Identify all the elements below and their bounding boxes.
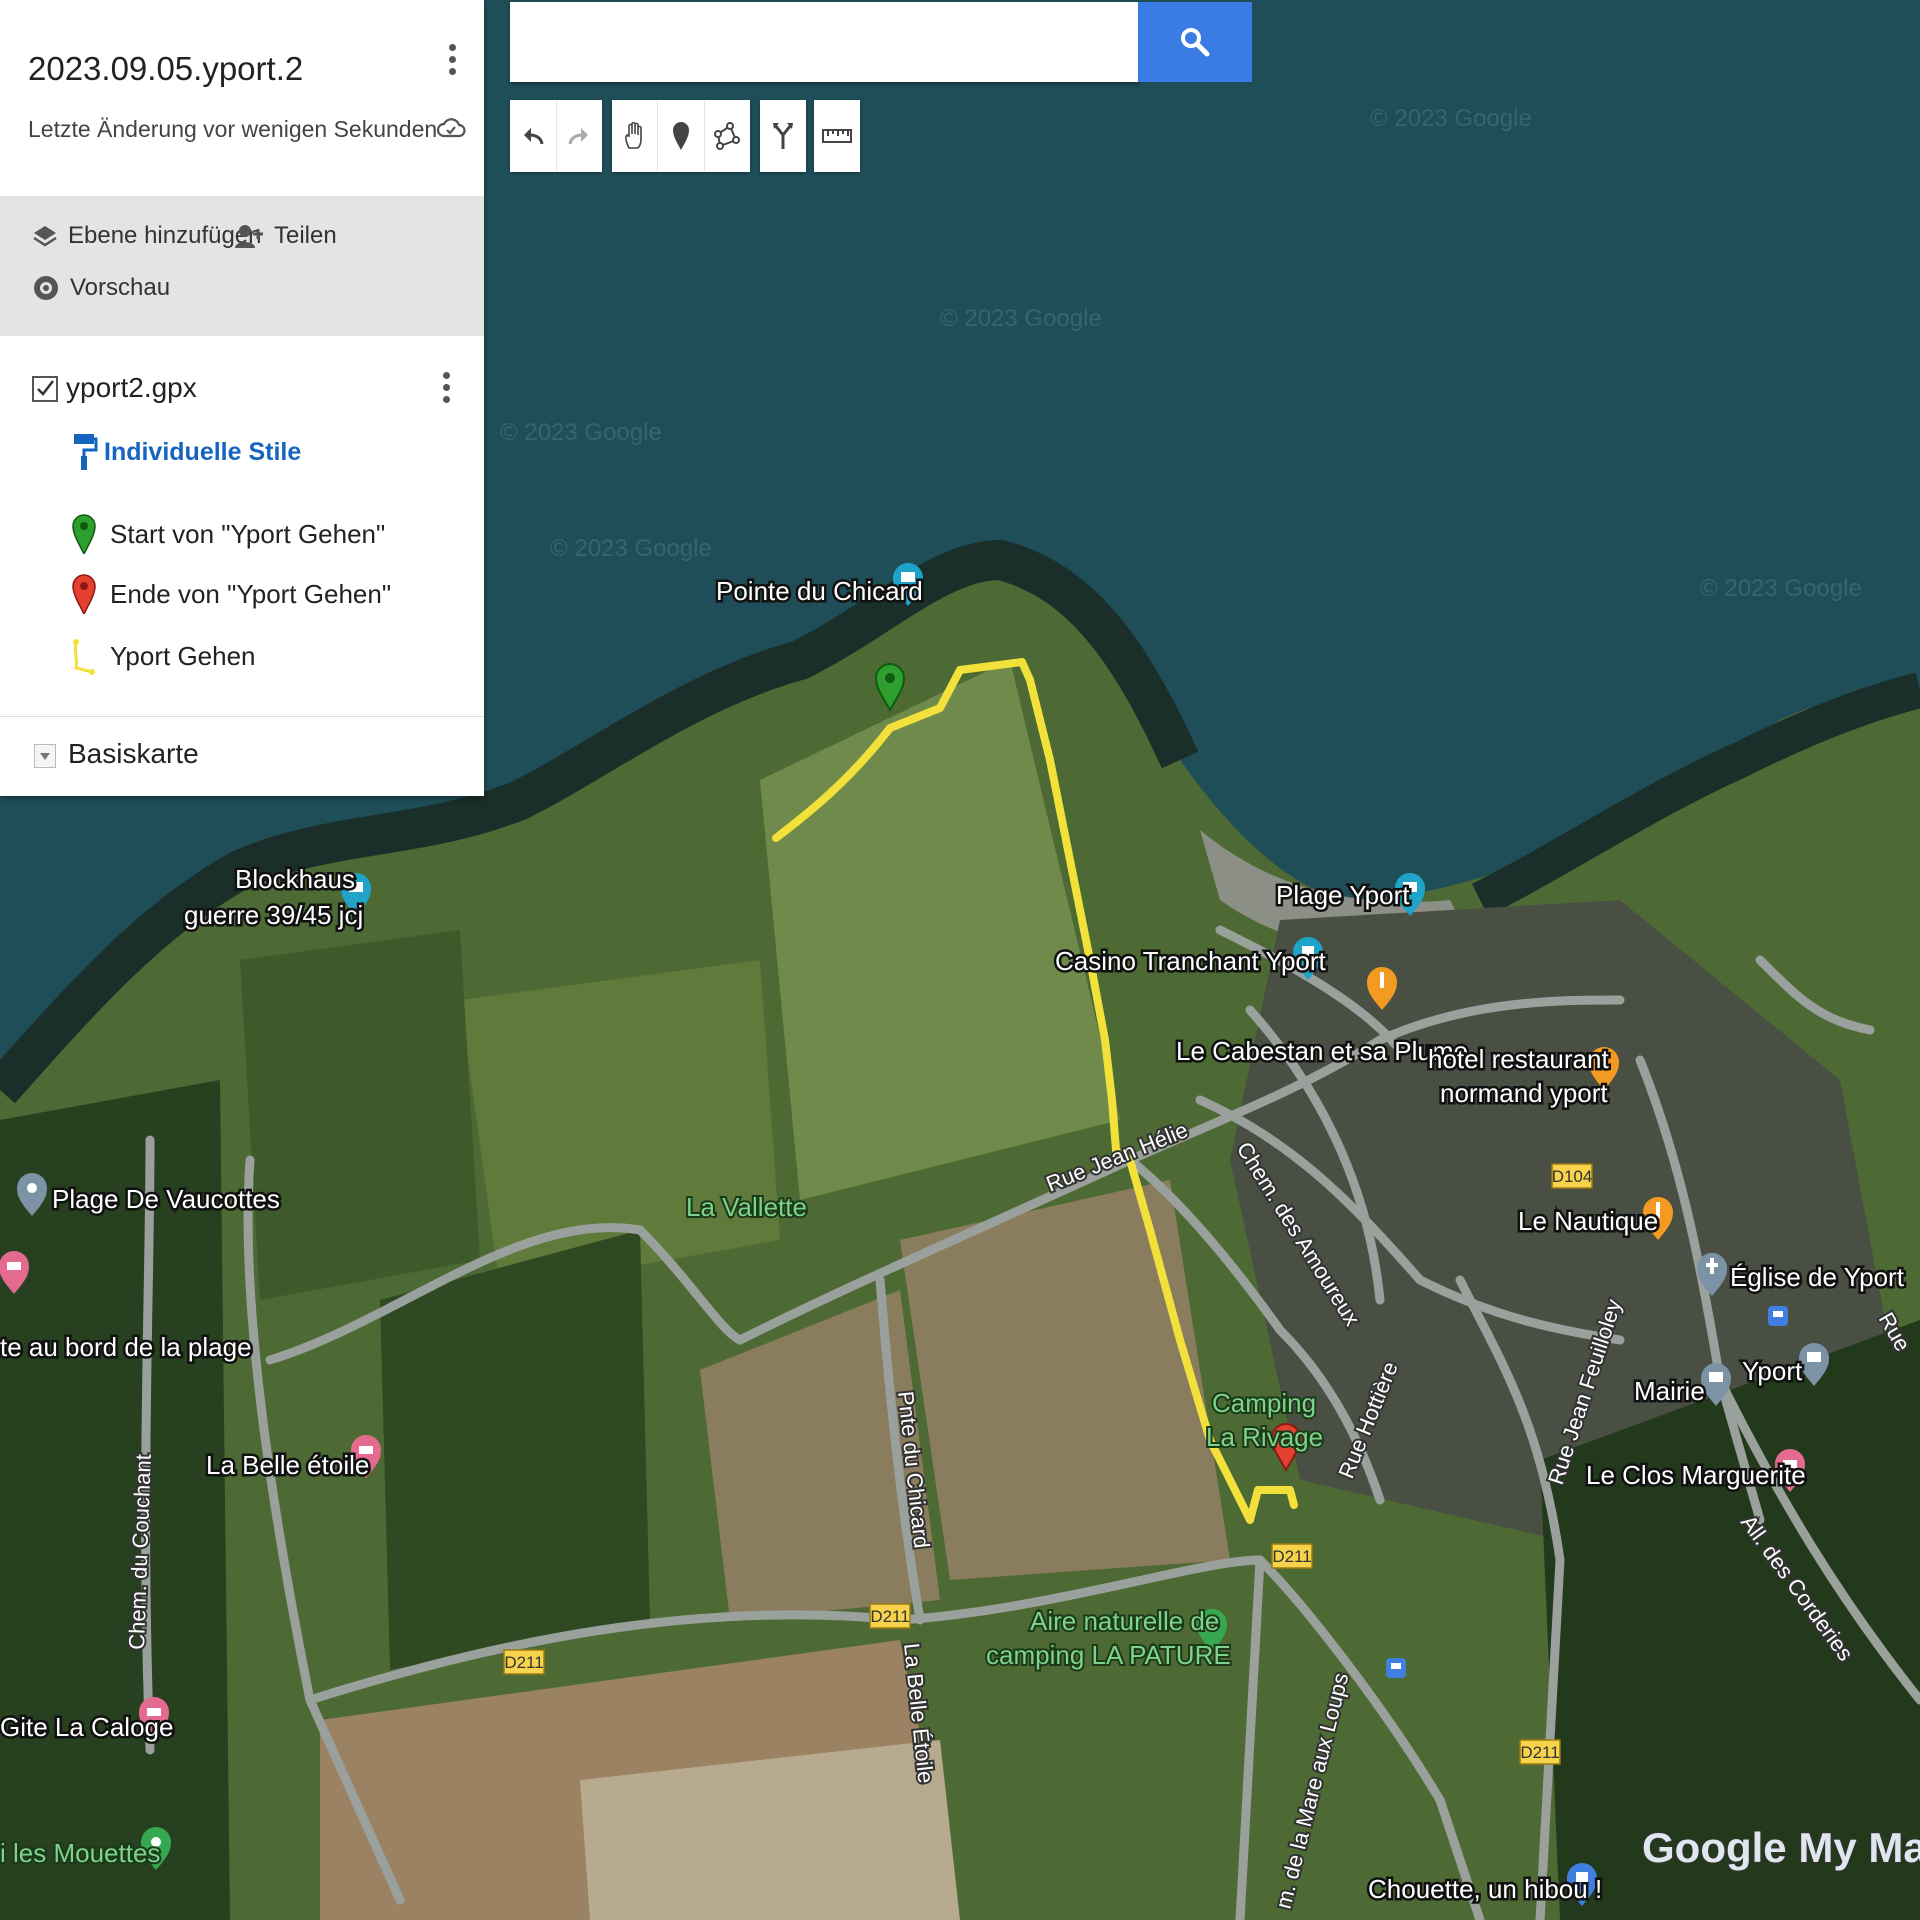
measure-group [814,100,860,172]
legend-label-track: Yport Gehen [110,640,256,671]
search-button[interactable] [1138,2,1252,82]
watermark: © 2023 Google [1700,575,1862,602]
label-les-mouettes: i les Mouettes [0,1838,160,1868]
label-camping-2: La Rivage [1206,1422,1323,1452]
legend-item-end[interactable]: Ende von "Yport Gehen" [72,574,391,614]
label-le-clos-marguerite: Le Clos Marguerite [1586,1460,1806,1490]
panel-actions: Ebene hinzufügen Teilen Vorschau [0,196,484,336]
red-pin-icon [72,574,96,614]
edit-tools-group [612,100,750,172]
svg-text:D211: D211 [1520,1743,1559,1762]
label-blockhaus: Blockhaus [235,864,355,894]
road-shield-d104: D104 [1551,1163,1593,1189]
label-plage-yport: Plage Yport [1276,880,1410,910]
add-layer-label: Ebene hinzufügen [68,222,262,249]
layer-visibility-checkbox[interactable] [32,376,58,402]
label-chouette-un-hibou: Chouette, un hibou ! [1368,1874,1602,1904]
share-button[interactable]: Teilen [234,222,337,250]
svg-text:D211: D211 [504,1653,543,1672]
google-my-maps-logo: Google My Maps [1642,1824,1920,1871]
bus-stop-icon[interactable] [1768,1306,1788,1326]
basemap-expand-icon[interactable] [34,744,56,768]
cloud-saved-icon [436,118,466,138]
undo-icon [523,128,544,145]
label-aire-naturelle: Aire naturelle de [1030,1606,1219,1636]
label-bord-de-la-plage: te au bord de la plage [0,1332,252,1362]
search-icon [1181,28,1210,57]
preview-eye-icon [34,276,58,300]
hand-tool-button[interactable] [612,100,659,172]
checkmark-icon [37,380,54,396]
svg-text:D211: D211 [1272,1547,1311,1566]
search-input[interactable] [510,2,1140,82]
undo-redo-group [510,100,602,172]
watermark: © 2023 Google [1370,105,1532,132]
watermark: © 2023 Google [500,419,662,446]
layer-more-menu-icon[interactable] [434,372,458,416]
measure-button[interactable] [814,100,860,172]
title-more-menu-icon[interactable] [440,44,464,88]
label-hotel-restaurant: hotel restaurant [1428,1044,1609,1074]
marker-icon [672,122,689,150]
basemap-label[interactable]: Basiskarte [68,738,199,770]
draw-line-button[interactable] [705,100,750,172]
add-person-icon [235,225,263,248]
road-shield-d211: D211 [869,1603,911,1629]
label-cabestan: Le Cabestan et sa Plume [1176,1036,1468,1066]
layers-icon [33,226,57,247]
individual-styles-label: Individuelle Stile [104,437,302,466]
hand-icon [624,122,642,149]
label-le-nautique: Le Nautique [1518,1206,1658,1236]
label-plage-de-vaucottes: Plage De Vaucottes [52,1184,280,1214]
svg-text:D211: D211 [870,1607,909,1626]
map-panel: 2023.09.05.yport.2 Letzte Änderung vor w… [0,0,484,796]
label-hotel-restaurant-2: normand yport [1440,1078,1608,1108]
last-modified-text: Letzte Änderung vor wenigen Sekunden [28,116,438,142]
field [240,930,480,1300]
road-shield-d211: D211 [503,1649,545,1675]
undo-button[interactable] [510,100,557,172]
label-la-vallette: La Vallette [686,1192,807,1222]
draw-line-icon [714,122,741,150]
directions-icon [773,123,793,149]
add-marker-button[interactable] [658,100,705,172]
label-gite-la-caloge: Gite La Caloge [0,1712,173,1742]
label-casino: Casino Tranchant Yport [1055,946,1327,976]
watermark: © 2023 Google [550,535,712,562]
bus-stop-icon[interactable] [1386,1658,1406,1678]
road-shield-d211: D211 [1519,1739,1561,1765]
green-pin-icon [72,514,96,554]
label-pointe-du-chicard: Pointe du Chicard [716,576,923,606]
legend-label-end: Ende von "Yport Gehen" [110,578,392,609]
legend-item-track[interactable]: Yport Gehen [72,636,256,676]
road-shield-d211: D211 [1271,1543,1313,1569]
legend-item-start[interactable]: Start von "Yport Gehen" [72,514,385,554]
redo-icon [568,128,589,145]
watermark: © 2023 Google [940,305,1102,332]
share-label: Teilen [274,222,337,249]
map-title[interactable]: 2023.09.05.yport.2 [28,50,303,88]
preview-button[interactable]: Vorschau [32,274,170,302]
directions-group [760,100,806,172]
individual-styles-link[interactable]: Individuelle Stile [72,432,301,472]
redo-button[interactable] [557,100,603,172]
layer-name[interactable]: yport2.gpx [66,372,197,404]
label-aire-naturelle-2: camping LA PATURE [986,1640,1231,1670]
yellow-line-icon [73,639,95,675]
label-mairie: Mairie [1634,1376,1705,1406]
paint-roller-icon [74,434,98,470]
add-directions-button[interactable] [760,100,806,172]
ruler-icon [822,129,852,143]
preview-label: Vorschau [70,274,171,301]
svg-text:D104: D104 [1552,1167,1593,1186]
legend-label-start: Start von "Yport Gehen" [110,518,386,549]
label-camping: Camping [1212,1388,1316,1418]
label-eglise-de-yport: Église de Yport [1730,1262,1905,1292]
add-layer-button[interactable]: Ebene hinzufügen [32,222,262,250]
label-blockhaus-2: guerre 39/45 jcj [184,900,363,930]
label-yport: Yport [1742,1356,1803,1386]
label-la-belle-etoile: La Belle étoile [206,1450,369,1480]
